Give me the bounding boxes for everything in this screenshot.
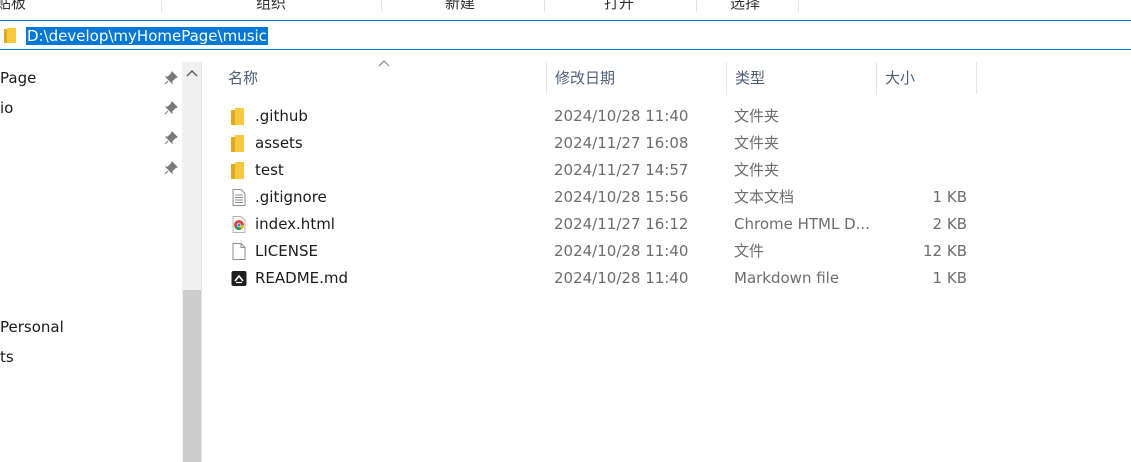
ribbon-group-organize[interactable]: 组织 — [256, 0, 286, 12]
file-row[interactable]: index.html 2024/11/27 16:12 Chrome HTML … — [222, 211, 982, 238]
column-header-type[interactable]: 类型 — [727, 62, 877, 94]
blank-file-icon — [232, 243, 246, 260]
file-row[interactable]: .gitignore 2024/10/28 15:56 文本文档 1 KB — [222, 184, 982, 211]
pin-icon[interactable] — [164, 131, 178, 145]
ribbon-group-select[interactable]: 选择 — [730, 0, 760, 12]
folder-icon — [231, 135, 244, 152]
ribbon-group-open[interactable]: 打开 — [604, 0, 634, 12]
file-size: 2 KB — [932, 215, 967, 233]
address-bar[interactable]: D:\develop\myHomePage\music — [0, 20, 1131, 50]
nav-item-label: io — [0, 99, 14, 117]
file-row[interactable]: test 2024/11/27 14:57 文件夹 — [222, 157, 982, 184]
file-size: 12 KB — [923, 242, 967, 260]
file-type: 文件夹 — [734, 107, 780, 125]
ribbon-separator — [381, 0, 382, 12]
column-header-name[interactable]: 名称 — [220, 62, 547, 94]
file-name: README.md — [255, 269, 349, 287]
file-size — [887, 157, 967, 184]
scroll-up-arrow-icon[interactable] — [186, 68, 198, 78]
scroll-thumb[interactable] — [183, 290, 201, 462]
nav-item-label: Personal — [0, 318, 64, 336]
chrome-icon — [232, 216, 246, 233]
file-name: index.html — [255, 215, 335, 233]
pin-icon[interactable] — [164, 71, 178, 85]
ribbon-group-clipboard[interactable]: 贴板 — [0, 0, 26, 12]
file-name: .github — [255, 107, 308, 125]
nav-scrollbar[interactable] — [182, 62, 202, 462]
file-row[interactable]: .github 2024/10/28 11:40 文件夹 — [222, 103, 982, 130]
navigation-pane: Page io Personal ts — [0, 62, 182, 462]
file-size — [887, 130, 967, 157]
markdown-icon — [231, 271, 247, 286]
file-name: test — [255, 161, 284, 179]
text-file-icon — [232, 189, 246, 206]
file-type: 文件夹 — [734, 161, 780, 179]
file-name: .gitignore — [255, 188, 327, 206]
ribbon-separator — [798, 0, 799, 12]
address-path[interactable]: D:\develop\myHomePage\music — [26, 27, 268, 45]
file-type: 文件 — [734, 242, 765, 260]
file-name: LICENSE — [255, 242, 318, 260]
file-type: Markdown file — [734, 269, 840, 287]
file-size: 1 KB — [932, 269, 967, 287]
file-row[interactable]: README.md 2024/10/28 11:40 Markdown file… — [222, 265, 982, 292]
file-size — [887, 103, 967, 130]
nav-item-documents[interactable]: ts — [0, 345, 14, 369]
file-date: 2024/11/27 14:57 — [554, 161, 689, 179]
file-row[interactable]: LICENSE 2024/10/28 11:40 文件 12 KB — [222, 238, 982, 265]
file-date: 2024/10/28 11:40 — [554, 242, 689, 260]
ribbon-group-new[interactable]: 新建 — [445, 0, 475, 12]
nav-item-studio[interactable]: io — [0, 96, 13, 120]
file-type: Chrome HTML D... — [734, 215, 870, 233]
folder-icon — [231, 108, 244, 125]
file-type: 文件夹 — [734, 134, 780, 152]
ribbon-separator — [161, 0, 162, 12]
ribbon-separator — [696, 0, 697, 12]
file-date: 2024/11/27 16:12 — [554, 215, 689, 233]
ribbon: 贴板 组织 新建 打开 选择 — [0, 0, 1131, 12]
folder-icon — [231, 162, 244, 179]
file-size: 1 KB — [932, 188, 967, 206]
file-name: assets — [255, 134, 303, 152]
column-headers: 名称 修改日期 类型 大小 — [202, 60, 1131, 94]
file-date: 2024/10/28 15:56 — [554, 188, 689, 206]
pin-icon[interactable] — [164, 101, 178, 115]
folder-icon — [4, 28, 16, 43]
file-type: 文本文档 — [734, 188, 795, 206]
nav-item-homepage[interactable]: Page — [0, 66, 36, 90]
pin-icon[interactable] — [164, 161, 178, 175]
ribbon-separator — [544, 0, 545, 12]
nav-item-label: Page — [0, 69, 37, 87]
file-date: 2024/10/28 11:40 — [554, 269, 689, 287]
file-date: 2024/11/27 16:08 — [554, 134, 689, 152]
column-header-size[interactable]: 大小 — [877, 62, 977, 94]
file-row[interactable]: assets 2024/11/27 16:08 文件夹 — [222, 130, 982, 157]
nav-item-label: ts — [0, 348, 14, 366]
nav-item-personal[interactable]: Personal — [0, 315, 64, 339]
column-header-date[interactable]: 修改日期 — [547, 62, 727, 94]
file-date: 2024/10/28 11:40 — [554, 107, 689, 125]
